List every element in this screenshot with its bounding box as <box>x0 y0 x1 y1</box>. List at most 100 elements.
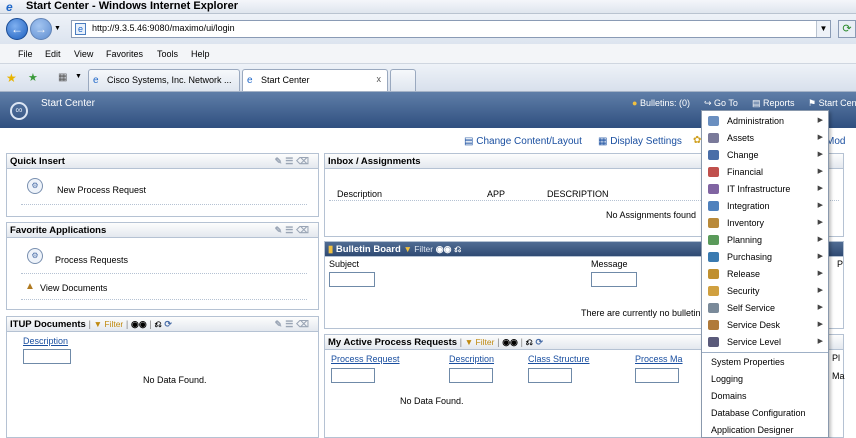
column-class-structure[interactable]: Class Structure <box>528 354 590 364</box>
app-title: Start Center <box>41 98 95 109</box>
column-process-manager[interactable]: Process Ma <box>635 354 683 364</box>
page-icon: e <box>75 23 86 35</box>
tab-list-dropdown-icon[interactable]: ▼ <box>75 73 82 80</box>
history-dropdown-icon[interactable]: ▼ <box>54 25 61 32</box>
description-filter-input[interactable] <box>23 349 71 364</box>
goto-menu-item-label: Logging <box>711 374 744 384</box>
goto-menu-item[interactable]: Logging <box>702 371 828 388</box>
goto-menu-item[interactable]: Application Designer <box>702 422 828 438</box>
add-favorite-icon[interactable]: ★ <box>28 71 38 84</box>
menu-help[interactable]: Help <box>191 49 210 59</box>
column-description[interactable]: Description <box>23 336 68 346</box>
submenu-arrow-icon: ▶ <box>817 202 823 209</box>
goto-menu-item[interactable]: Planning ▶ <box>702 232 828 249</box>
quick-insert-item[interactable]: New Process Request <box>57 185 146 195</box>
refresh-icon[interactable]: ⟳ <box>536 337 544 347</box>
goto-menu-item[interactable]: Financial ▶ <box>702 164 828 181</box>
menu-view[interactable]: View <box>74 49 93 59</box>
find-icon[interactable]: ◉◉ <box>131 319 147 329</box>
goto-menu-item-label: Self Service <box>727 303 776 313</box>
goto-link[interactable]: ↪ Go To <box>704 98 738 109</box>
goto-menu-item[interactable]: Release ▶ <box>702 266 828 283</box>
find-icon[interactable]: ◉◉ <box>502 337 518 347</box>
goto-menu-item-label: Release <box>727 269 761 279</box>
portlet-controls-icon[interactable]: ✎☰⌫ <box>275 319 312 330</box>
quick-tabs-icon[interactable]: ▦ <box>58 72 67 83</box>
clear-filter-icon[interactable]: ⎌ <box>154 319 161 329</box>
process-request-filter-input[interactable] <box>331 368 375 383</box>
module-icon <box>708 167 719 177</box>
display-settings-link[interactable]: ▦ Display Settings <box>598 136 682 147</box>
itup-documents-portlet: ITUP Documents | ▼ Filter | ◉◉ | ⎌ ⟳ ✎☰⌫… <box>6 316 319 438</box>
column-app: APP <box>487 189 506 199</box>
goto-menu-item-label: System Properties <box>711 357 785 367</box>
window-title: Start Center - Windows Internet Explorer <box>26 0 238 12</box>
goto-menu-item[interactable]: Assets ▶ <box>702 130 828 147</box>
class-structure-filter-input[interactable] <box>528 368 572 383</box>
forward-button[interactable]: → <box>30 18 52 40</box>
close-tab-icon[interactable]: x <box>377 74 382 84</box>
reports-link[interactable]: ▤ Reports <box>752 98 795 109</box>
refresh-icon[interactable]: ⟳ <box>164 319 172 329</box>
back-button[interactable]: ← <box>6 18 28 40</box>
goto-menu-item[interactable]: Domains <box>702 388 828 405</box>
filter-button[interactable]: ▼ Filter <box>94 319 124 329</box>
goto-menu-item[interactable]: Self Service ▶ <box>702 300 828 317</box>
goto-menu-item[interactable]: Purchasing ▶ <box>702 249 828 266</box>
quick-insert-portlet: Quick Insert ✎☰⌫ ⚙ New Process Request <box>6 153 319 217</box>
goto-menu-item[interactable]: Inventory ▶ <box>702 215 828 232</box>
column-ma: Ma <box>832 371 845 381</box>
menu-favorites[interactable]: Favorites <box>106 49 143 59</box>
goto-menu-item[interactable]: Security ▶ <box>702 283 828 300</box>
tab-start-center[interactable]: e Start Center x <box>242 69 388 91</box>
find-icon[interactable]: ◉◉ <box>436 244 452 254</box>
module-icon <box>708 303 719 313</box>
goto-menu-item[interactable]: Service Desk ▶ <box>702 317 828 334</box>
module-icon <box>708 150 719 160</box>
message-filter-input[interactable] <box>591 272 637 287</box>
submenu-arrow-icon: ▶ <box>817 185 823 192</box>
goto-menu-item[interactable]: Integration ▶ <box>702 198 828 215</box>
address-bar[interactable]: e http://9.3.5.46:9080/maximo/ui/login ▼ <box>71 20 831 38</box>
filter-button[interactable]: ▼ Filter <box>403 244 433 254</box>
tab-cisco[interactable]: e Cisco Systems, Inc. Network ... <box>88 69 240 91</box>
column-subject: Subject <box>329 259 360 269</box>
goto-menu-item[interactable]: Administration ▶ <box>702 113 828 130</box>
goto-menu-item-label: Integration <box>727 201 770 211</box>
portlet-controls-icon[interactable]: ✎☰⌫ <box>275 156 312 167</box>
goto-menu-item[interactable]: Database Configuration <box>702 405 828 422</box>
goto-menu-item[interactable]: Service Level ▶ <box>702 334 828 351</box>
documents-icon: ▲ <box>25 281 35 292</box>
portlet-title: Quick Insert ✎☰⌫ <box>7 154 318 169</box>
goto-menu-item-label: Domains <box>711 391 747 401</box>
favorites-star-icon[interactable]: ★ <box>6 71 17 85</box>
new-tab-button[interactable] <box>390 69 416 91</box>
favorite-app-item[interactable]: Process Requests <box>55 255 128 265</box>
clear-filter-icon[interactable]: ⎌ <box>454 244 461 254</box>
subject-filter-input[interactable] <box>329 272 375 287</box>
portlet-controls-icon[interactable]: ✎☰⌫ <box>275 225 312 236</box>
bulletins-link[interactable]: ● Bulletins: (0) <box>632 98 690 108</box>
goto-menu-item[interactable]: System Properties <box>702 354 828 371</box>
menu-tools[interactable]: Tools <box>157 49 178 59</box>
goto-menu-item[interactable]: IT Infrastructure ▶ <box>702 181 828 198</box>
clear-filter-icon[interactable]: ⎌ <box>526 337 533 347</box>
change-content-link[interactable]: ▤ Change Content/Layout <box>464 136 582 147</box>
module-icon <box>708 252 719 262</box>
empty-message: No Data Found. <box>400 396 464 406</box>
menu-edit[interactable]: Edit <box>45 49 61 59</box>
column-process-request[interactable]: Process Request <box>331 354 400 364</box>
refresh-icon[interactable]: ⟳ <box>838 20 856 38</box>
goto-menu-item-label: Purchasing <box>727 252 773 262</box>
address-dropdown-icon[interactable]: ▼ <box>816 21 830 37</box>
column-description[interactable]: Description <box>449 354 494 364</box>
menu-file[interactable]: File <box>18 49 33 59</box>
goto-menu-item-label: Service Level <box>727 337 782 347</box>
description-filter-input[interactable] <box>449 368 493 383</box>
layout-icon: ▤ <box>464 136 474 147</box>
filter-button[interactable]: ▼ Filter <box>465 337 495 347</box>
process-manager-filter-input[interactable] <box>635 368 679 383</box>
goto-menu-item[interactable]: Change ▶ <box>702 147 828 164</box>
favorite-app-item[interactable]: View Documents <box>40 283 107 293</box>
start-center-link[interactable]: ⚑ Start Cen <box>808 98 856 109</box>
